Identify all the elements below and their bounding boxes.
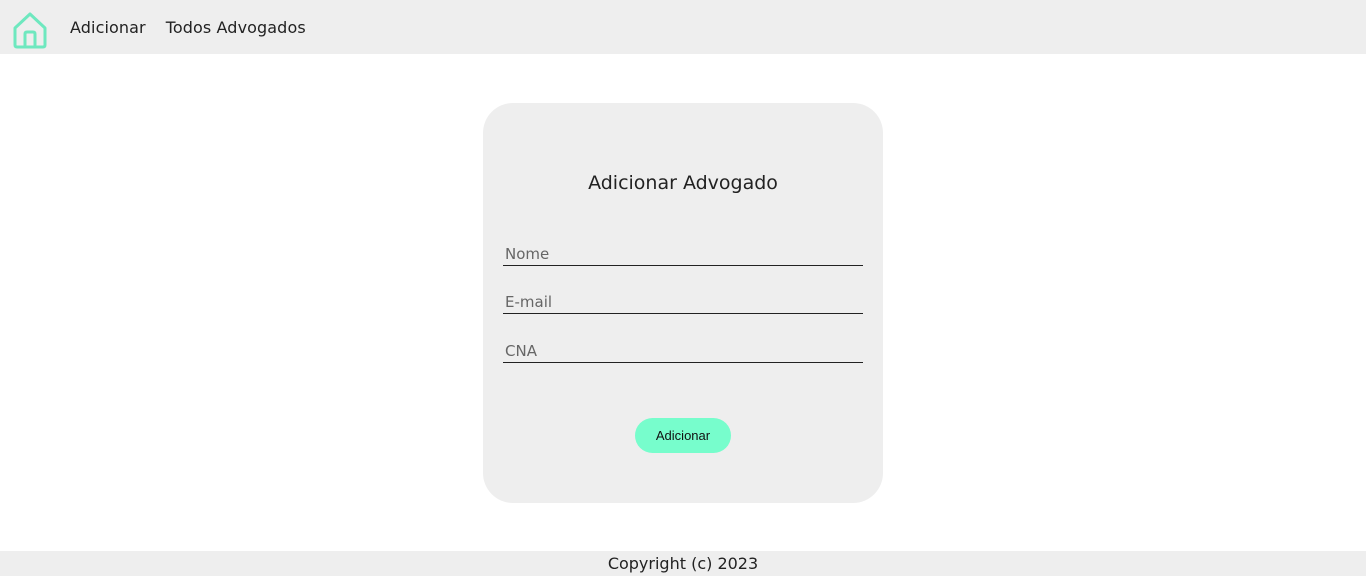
name-input[interactable] [503,243,863,266]
home-link[interactable] [12,11,48,49]
add-lawyer-card: Adicionar Advogado Adicionar [483,103,883,503]
cna-input[interactable] [503,340,863,363]
nav-link-todos-advogados[interactable]: Todos Advogados [166,18,306,37]
nav-link-adicionar[interactable]: Adicionar [70,18,146,37]
navbar: Adicionar Todos Advogados [0,0,1366,54]
copyright-text: Copyright (c) 2023 [607,554,759,573]
add-button[interactable]: Adicionar [635,418,731,453]
form-title: Adicionar Advogado [588,172,778,194]
nav-links: Adicionar Todos Advogados [70,0,326,54]
email-input[interactable] [503,291,863,314]
footer: Copyright (c) 2023 [0,551,1366,576]
home-icon [13,12,47,49]
